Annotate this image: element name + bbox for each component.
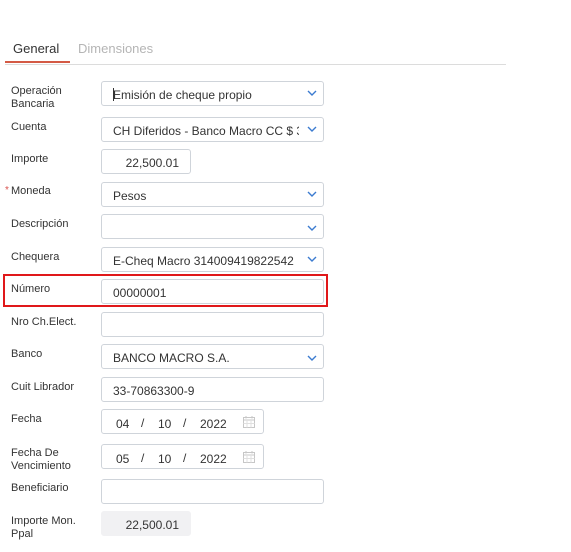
fecha-year[interactable]: 2022 [200, 417, 227, 431]
calendar-icon[interactable] [243, 416, 255, 428]
fecha-date-input[interactable]: 04 / 10 / 2022 [101, 409, 264, 434]
cuit-librador-input[interactable]: 33-70863300-9 [101, 377, 324, 402]
highlight-box [3, 274, 328, 307]
required-marker: * [5, 185, 9, 196]
active-tab-indicator [5, 61, 70, 63]
chequera-value: E-Cheq Macro 314009419822542 [113, 254, 294, 268]
vencimiento-day[interactable]: 05 [116, 452, 129, 466]
operacion-bancaria-select[interactable]: Emisión de cheque propio [101, 81, 324, 106]
moneda-value: Pesos [113, 189, 147, 203]
operacion-bancaria-value: Emisión de cheque propio [113, 88, 252, 102]
date-separator: / [141, 451, 145, 465]
banco-value: BANCO MACRO S.A. [113, 351, 230, 365]
nro-ch-elect-input[interactable] [101, 312, 324, 337]
importe-input[interactable]: 22,500.01 [101, 149, 191, 174]
date-separator: / [141, 416, 145, 430]
cuenta-select[interactable]: CH Diferidos - Banco Macro CC $ 3 [101, 117, 324, 142]
descripcion-label: Descripción [11, 218, 69, 230]
tab-general[interactable]: General [13, 41, 59, 56]
nro-ch-elect-label: Nro Ch.Elect. [11, 316, 77, 328]
importe-label: Importe [11, 153, 49, 165]
fecha-label: Fecha [11, 413, 42, 425]
chevron-down-icon[interactable] [307, 354, 317, 362]
banco-label: Banco [11, 348, 43, 360]
chevron-down-icon[interactable] [307, 89, 317, 97]
operacion-bancaria-label: Operación Bancaria [11, 85, 62, 110]
importe-mon-ppal-readonly: 22,500.01 [101, 511, 191, 536]
chevron-down-icon[interactable] [307, 224, 317, 232]
moneda-select[interactable]: Pesos [101, 182, 324, 207]
vencimiento-month[interactable]: 10 [158, 452, 171, 466]
tab-dimensiones[interactable]: Dimensiones [78, 41, 153, 56]
cuenta-value: CH Diferidos - Banco Macro CC $ 3 [113, 124, 299, 138]
beneficiario-label: Beneficiario [11, 482, 69, 494]
chevron-down-icon[interactable] [307, 255, 317, 263]
descripcion-select[interactable] [101, 214, 324, 239]
banco-select[interactable]: BANCO MACRO S.A. [101, 344, 324, 369]
date-separator: / [183, 451, 187, 465]
fecha-day[interactable]: 04 [116, 417, 129, 431]
cuit-librador-value: 33-70863300-9 [113, 384, 195, 398]
chevron-down-icon[interactable] [307, 190, 317, 198]
chequera-label: Chequera [11, 251, 60, 263]
cuenta-label: Cuenta [11, 121, 47, 133]
calendar-icon[interactable] [243, 451, 255, 463]
beneficiario-input[interactable] [101, 479, 324, 504]
tab-bar: General Dimensiones [5, 36, 506, 65]
importe-value: 22,500.01 [125, 156, 179, 170]
vencimiento-year[interactable]: 2022 [200, 452, 227, 466]
importe-mon-ppal-value: 22,500.01 [125, 518, 179, 532]
moneda-label: Moneda [11, 185, 51, 197]
fecha-vencimiento-label: Fecha De Vencimiento [11, 447, 71, 472]
chequera-select[interactable]: E-Cheq Macro 314009419822542 [101, 247, 324, 272]
importe-mon-ppal-label: Importe Mon. Ppal [11, 515, 76, 540]
date-separator: / [183, 416, 187, 430]
cuit-librador-label: Cuit Librador [11, 381, 74, 393]
chevron-down-icon[interactable] [307, 125, 317, 133]
fecha-vencimiento-date-input[interactable]: 05 / 10 / 2022 [101, 444, 264, 469]
fecha-month[interactable]: 10 [158, 417, 171, 431]
